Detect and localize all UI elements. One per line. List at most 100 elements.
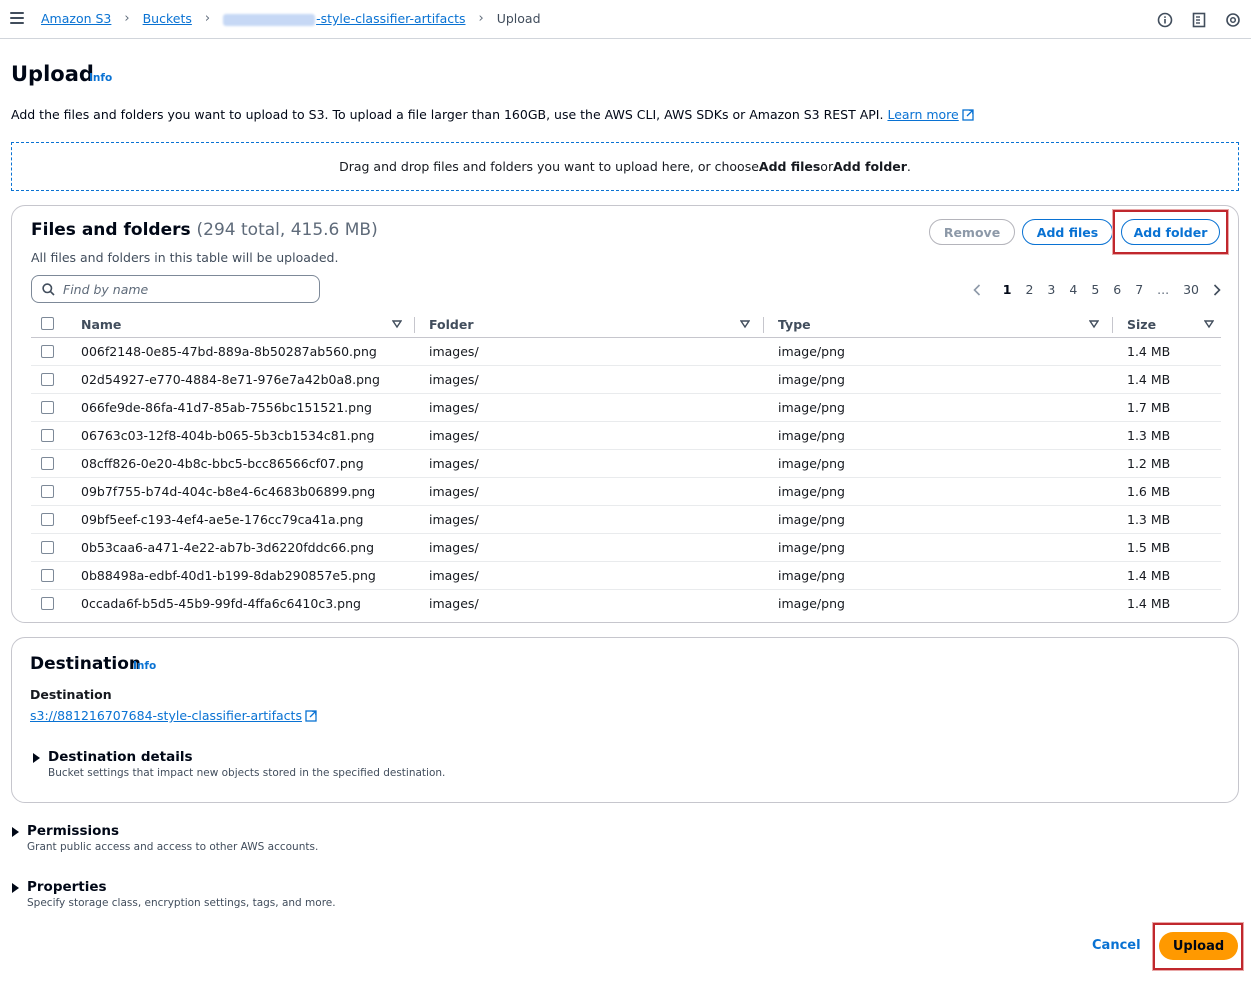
destination-uri-link[interactable]: s3://881216707684-style-classifier-artif…	[30, 708, 317, 723]
breadcrumb-buckets[interactable]: Buckets	[143, 11, 192, 26]
table-row[interactable]: 0b88498a-edbf-40d1-b199-8dab290857e5.png…	[31, 562, 1221, 590]
row-checkbox-cell	[41, 457, 54, 470]
destination-label: Destination	[30, 687, 112, 702]
chevron-right-icon: ›	[124, 11, 130, 26]
pagination: 1 2 3 4 5 6 7 ... 30	[973, 282, 1221, 297]
column-folder[interactable]: Folder	[429, 317, 474, 332]
sort-caret-icon[interactable]	[392, 319, 402, 329]
sort-caret-icon[interactable]	[740, 319, 750, 329]
caret-right-icon	[12, 827, 19, 837]
row-type: image/png	[778, 400, 845, 415]
select-all-checkbox[interactable]	[41, 317, 54, 330]
row-folder: images/	[429, 596, 479, 611]
info-circle-icon[interactable]	[1155, 10, 1175, 30]
row-name: 0b53caa6-a471-4e22-ab7b-3d6220fddc66.png	[81, 540, 375, 555]
row-size: 1.4 MB	[1127, 344, 1171, 359]
page-4[interactable]: 4	[1069, 282, 1077, 297]
row-folder: images/	[429, 540, 479, 555]
table-row[interactable]: 066fe9de-86fa-41d7-85ab-7556bc151521.png…	[31, 394, 1221, 422]
search-input[interactable]	[63, 281, 303, 297]
row-checkbox[interactable]	[41, 401, 54, 414]
column-resizer[interactable]	[1112, 317, 1113, 333]
permissions-expander[interactable]: Permissions Grant public access and acce…	[12, 823, 318, 853]
learn-more-link[interactable]: Learn more	[887, 107, 974, 122]
utility-icons	[1155, 10, 1243, 30]
row-type: image/png	[778, 456, 845, 471]
search-icon	[42, 282, 55, 296]
column-type[interactable]: Type	[778, 317, 811, 332]
destination-details-title: Destination details	[48, 749, 193, 765]
cancel-button[interactable]: Cancel	[1092, 938, 1141, 953]
row-folder: images/	[429, 568, 479, 583]
row-checkbox[interactable]	[41, 597, 54, 610]
title-info-link[interactable]: Info	[89, 72, 112, 84]
row-checkbox[interactable]	[41, 373, 54, 386]
dropzone-suffix: .	[906, 159, 911, 174]
menu-icon[interactable]	[10, 12, 24, 24]
row-checkbox[interactable]	[41, 345, 54, 358]
upload-button[interactable]: Upload	[1159, 932, 1238, 960]
page-title: Upload	[11, 62, 94, 86]
settings-icon[interactable]	[1223, 10, 1243, 30]
row-checkbox[interactable]	[41, 569, 54, 582]
row-size: 1.4 MB	[1127, 372, 1171, 387]
table-row[interactable]: 09b7f755-b74d-404c-b8e4-6c4683b06899.png…	[31, 478, 1221, 506]
dropzone-or: or	[820, 159, 834, 174]
row-checkbox[interactable]	[41, 485, 54, 498]
row-checkbox[interactable]	[41, 541, 54, 554]
learn-more-label: Learn more	[887, 107, 959, 122]
row-checkbox-cell	[41, 401, 54, 414]
table-row[interactable]: 02d54927-e770-4884-8e71-976e7a42b0a8.png…	[31, 366, 1221, 394]
row-name: 0b88498a-edbf-40d1-b199-8dab290857e5.png	[81, 568, 376, 583]
destination-info-link[interactable]: Info	[133, 660, 156, 672]
properties-expander[interactable]: Properties Specify storage class, encryp…	[12, 879, 336, 909]
row-folder: images/	[429, 484, 479, 499]
row-type: image/png	[778, 568, 845, 583]
row-type: image/png	[778, 596, 845, 611]
sort-caret-icon[interactable]	[1204, 319, 1214, 329]
column-resizer[interactable]	[414, 317, 415, 333]
page-1[interactable]: 1	[1003, 282, 1012, 297]
row-type: image/png	[778, 512, 845, 527]
page-3[interactable]: 3	[1047, 282, 1055, 297]
external-link-icon	[305, 710, 317, 722]
row-checkbox-cell	[41, 345, 54, 358]
page-6[interactable]: 6	[1113, 282, 1121, 297]
row-name: 08cff826-0e20-4b8c-bbc5-bcc86566cf07.png	[81, 456, 364, 471]
drop-zone[interactable]: Drag and drop files and folders you want…	[11, 142, 1239, 191]
remove-button[interactable]: Remove	[929, 219, 1015, 245]
destination-details-expander[interactable]: Destination details Bucket settings that…	[33, 749, 445, 779]
permissions-desc: Grant public access and access to other …	[27, 841, 319, 853]
column-size[interactable]: Size	[1127, 317, 1156, 332]
page-7[interactable]: 7	[1135, 282, 1143, 297]
chevron-left-icon[interactable]	[973, 283, 981, 296]
row-checkbox[interactable]	[41, 513, 54, 526]
table-row[interactable]: 08cff826-0e20-4b8c-bbc5-bcc86566cf07.png…	[31, 450, 1221, 478]
row-name: 006f2148-0e85-47bd-889a-8b50287ab560.png	[81, 344, 377, 359]
sort-caret-icon[interactable]	[1089, 319, 1099, 329]
files-panel-subtitle: All files and folders in this table will…	[31, 250, 339, 265]
row-folder: images/	[429, 428, 479, 443]
breadcrumb-bucket[interactable]: -style-classifier-artifacts	[223, 11, 466, 26]
page-30[interactable]: 30	[1183, 282, 1199, 297]
table-row[interactable]: 06763c03-12f8-404b-b065-5b3cb1534c81.png…	[31, 422, 1221, 450]
table-row[interactable]: 0b53caa6-a471-4e22-ab7b-3d6220fddc66.png…	[31, 534, 1221, 562]
row-type: image/png	[778, 428, 845, 443]
add-files-button[interactable]: Add files	[1022, 219, 1113, 245]
page-2[interactable]: 2	[1025, 282, 1033, 297]
column-name[interactable]: Name	[81, 317, 121, 332]
table-row[interactable]: 0ccada6f-b5d5-45b9-99fd-4ffa6c6410c3.png…	[31, 590, 1221, 618]
add-folder-button[interactable]: Add folder	[1121, 219, 1220, 245]
panel-toggle-icon[interactable]	[1189, 10, 1209, 30]
table-row[interactable]: 006f2148-0e85-47bd-889a-8b50287ab560.png…	[31, 338, 1221, 366]
column-resizer[interactable]	[763, 317, 764, 333]
page-5[interactable]: 5	[1091, 282, 1099, 297]
row-checkbox[interactable]	[41, 457, 54, 470]
chevron-right-icon[interactable]	[1213, 283, 1221, 296]
breadcrumb-amazon-s3[interactable]: Amazon S3	[41, 11, 111, 26]
row-name: 0ccada6f-b5d5-45b9-99fd-4ffa6c6410c3.png	[81, 596, 361, 611]
table-row[interactable]: 09bf5eef-c193-4ef4-ae5e-176cc79ca41a.png…	[31, 506, 1221, 534]
row-folder: images/	[429, 372, 479, 387]
caret-right-icon	[12, 883, 19, 893]
row-checkbox[interactable]	[41, 429, 54, 442]
